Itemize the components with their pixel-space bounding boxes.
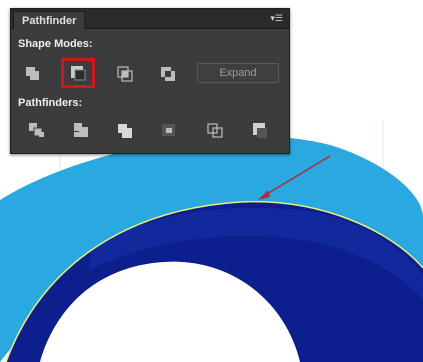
minus-back-icon[interactable] <box>249 120 271 140</box>
crop-icon[interactable] <box>158 120 180 140</box>
trim-icon[interactable] <box>70 120 92 140</box>
unite-icon[interactable] <box>22 63 44 83</box>
shape-modes-label: Shape Modes: <box>18 38 93 50</box>
panel-header: Pathfinder ▾☰ <box>11 9 289 29</box>
pathfinders-label: Pathfinders: <box>18 97 83 109</box>
tab-pathfinder[interactable]: Pathfinder <box>13 11 86 29</box>
minus-front-icon[interactable] <box>67 63 89 83</box>
panel-menu-icon[interactable]: ▾☰ <box>269 12 283 25</box>
merge-icon[interactable] <box>114 120 136 140</box>
exclude-icon[interactable] <box>157 63 179 83</box>
outline-icon[interactable] <box>204 120 226 140</box>
pathfinder-panel: Pathfinder ▾☰ Shape Modes: Expand Pathfi… <box>10 8 290 154</box>
intersect-icon[interactable] <box>114 63 136 83</box>
expand-button[interactable]: Expand <box>197 63 279 83</box>
divide-icon[interactable] <box>26 120 48 140</box>
